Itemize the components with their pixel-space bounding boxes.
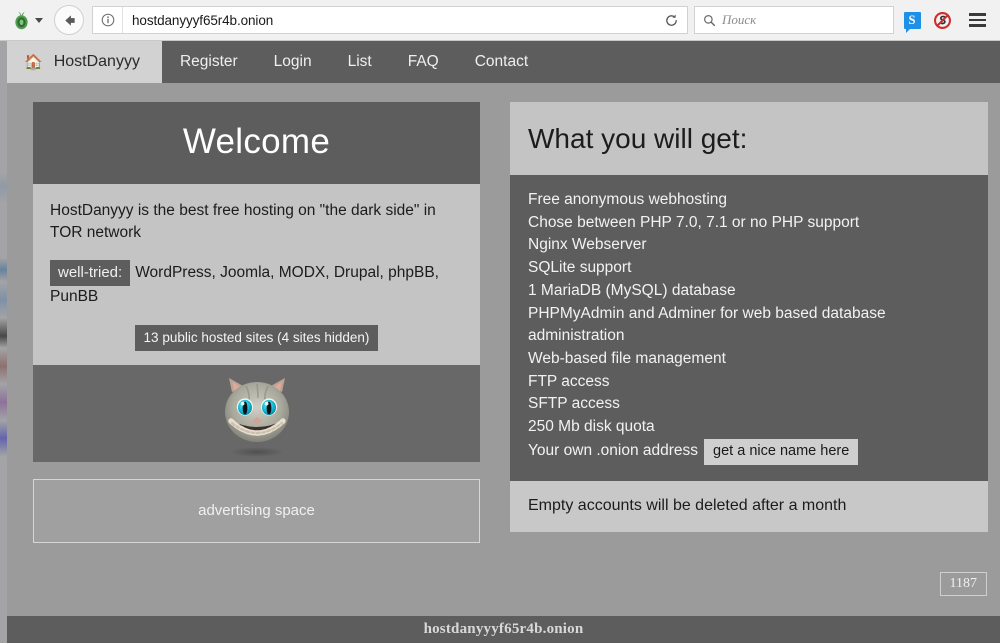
feature-item: PHPMyAdmin and Adminer for web based dat…	[528, 303, 970, 348]
noscript-glyph	[933, 11, 952, 30]
browser-toolbar: hostdanyyyf65r4b.onion Поиск S	[0, 0, 1000, 41]
well-tried-line: well-tried:WordPress, Joomla, MODX, Drup…	[50, 260, 463, 308]
advertising-space[interactable]: advertising space	[33, 479, 480, 543]
search-icon	[703, 14, 716, 27]
noscript-icon[interactable]	[930, 6, 954, 34]
features-panel: What you will get: Free anonymous webhos…	[510, 102, 988, 532]
feature-item: Chose between PHP 7.0, 7.1 or no PHP sup…	[528, 212, 970, 235]
feature-item: 1 MariaDB (MySQL) database	[528, 280, 970, 303]
nav-item-label: Register	[180, 53, 238, 71]
sites-count-badge[interactable]: 13 public hosted sites (4 sites hidden)	[135, 325, 379, 351]
features-body: Free anonymous webhosting Chose between …	[510, 175, 988, 481]
nav-brand-label: HostDanyyy	[54, 53, 140, 71]
cheshire-cat-svg	[202, 370, 312, 458]
feature-item: FTP access	[528, 371, 970, 394]
features-title: What you will get:	[510, 102, 988, 175]
feature-item: SQLite support	[528, 257, 970, 280]
welcome-intro: HostDanyyy is the best free hosting on "…	[50, 200, 463, 244]
background-window-sliver	[0, 41, 7, 643]
visit-counter: 1187	[940, 574, 987, 592]
back-arrow-icon	[62, 13, 77, 28]
nav-item-label: List	[348, 53, 372, 71]
menu-line	[969, 13, 986, 16]
onion-address-label: Your own .onion address	[528, 442, 698, 459]
footer-onion-address: hostdanyyyf65r4b.onion	[424, 621, 584, 638]
feature-item: SFTP access	[528, 393, 970, 416]
feature-item: 250 Mb disk quota	[528, 416, 970, 439]
reload-icon	[664, 13, 679, 28]
welcome-title: Welcome	[33, 102, 480, 184]
feature-item: Nginx Webserver	[528, 234, 970, 257]
nav-items: Register Login List FAQ Contact	[162, 41, 546, 83]
menu-line	[969, 24, 986, 27]
nav-item-label: Login	[274, 53, 312, 71]
page-content: Welcome HostDanyyy is the best free host…	[7, 83, 1000, 543]
chevron-down-icon	[35, 18, 43, 23]
home-icon: 🏠	[24, 55, 43, 70]
nav-item-label: Contact	[475, 53, 528, 71]
features-list: Free anonymous webhosting Chose between …	[528, 189, 970, 465]
sites-badge-row: 13 public hosted sites (4 sites hidden)	[50, 325, 463, 351]
feature-item-onion-address: Your own .onion address get a nice name h…	[528, 439, 970, 465]
nav-item-faq[interactable]: FAQ	[390, 41, 457, 83]
site-info-icon[interactable]	[93, 7, 123, 33]
back-button[interactable]	[54, 5, 84, 35]
address-bar[interactable]: hostdanyyyf65r4b.onion	[92, 6, 688, 34]
welcome-column: Welcome HostDanyyy is the best free host…	[33, 102, 480, 543]
reload-button[interactable]	[655, 7, 687, 33]
nav-item-register[interactable]: Register	[162, 41, 256, 83]
site-navbar: 🏠 HostDanyyy Register Login List FAQ Con…	[7, 41, 1000, 83]
info-circle-icon	[101, 13, 115, 27]
site-footer: hostdanyyyf65r4b.onion	[7, 616, 1000, 643]
well-tried-tag: well-tried:	[50, 260, 130, 286]
browser-menu-button[interactable]	[962, 5, 992, 35]
nav-item-list[interactable]: List	[330, 41, 390, 83]
url-text[interactable]: hostdanyyyf65r4b.onion	[123, 13, 655, 28]
features-column: What you will get: Free anonymous webhos…	[510, 102, 988, 532]
https-everywhere-icon[interactable]: S	[900, 6, 924, 34]
welcome-panel: Welcome HostDanyyy is the best free host…	[33, 102, 480, 543]
tor-onion-button[interactable]	[8, 8, 46, 33]
cheshire-cat-image	[33, 365, 480, 462]
nav-brand-hostdanyyy[interactable]: 🏠 HostDanyyy	[7, 41, 162, 83]
https-everywhere-label: S	[904, 12, 921, 29]
search-placeholder: Поиск	[722, 12, 756, 28]
page-viewport: 🏠 HostDanyyy Register Login List FAQ Con…	[0, 41, 1000, 643]
nav-item-login[interactable]: Login	[256, 41, 330, 83]
menu-line	[969, 19, 986, 22]
feature-item: Free anonymous webhosting	[528, 189, 970, 212]
nav-item-label: FAQ	[408, 53, 439, 71]
visit-counter-value: 1187	[940, 572, 987, 596]
nav-item-contact[interactable]: Contact	[457, 41, 546, 83]
get-nice-name-button[interactable]: get a nice name here	[704, 439, 858, 465]
feature-item: Web-based file management	[528, 348, 970, 371]
welcome-body: HostDanyyy is the best free hosting on "…	[33, 184, 480, 365]
features-footer-note: Empty accounts will be deleted after a m…	[510, 481, 988, 532]
onion-icon	[11, 10, 32, 31]
search-box[interactable]: Поиск	[694, 6, 894, 34]
